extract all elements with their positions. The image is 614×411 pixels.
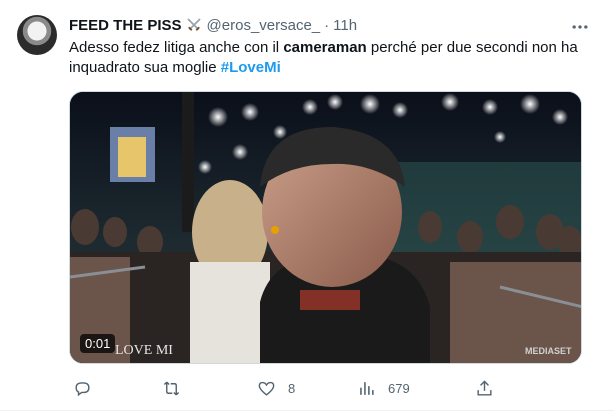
share-button[interactable] — [475, 373, 494, 403]
share-icon — [477, 379, 492, 396]
action-bar: 8 679 — [69, 373, 589, 403]
reply-icon — [75, 381, 90, 396]
hashtag-link[interactable]: #LoveMi — [221, 59, 281, 76]
heart-icon — [258, 381, 275, 396]
video-player[interactable]: LOVE MI MEDIASET 0:01 — [69, 91, 582, 364]
avatar[interactable] — [17, 15, 57, 55]
video-watermark-left: LOVE MI — [115, 343, 173, 358]
tweet[interactable]: FEED THE PISS @eros_versace_ · 11h Adess… — [0, 0, 614, 411]
video-duration: 0:01 — [80, 334, 116, 353]
tweet-text: Adesso fedez litiga anche con il cameram… — [69, 38, 589, 78]
views-button[interactable]: 679 — [357, 373, 410, 403]
display-name[interactable]: FEED THE PISS — [69, 17, 182, 34]
timestamp[interactable]: 11h — [333, 17, 357, 34]
like-button[interactable]: 8 — [257, 373, 295, 403]
tweet-text-bold: cameraman — [283, 39, 367, 56]
retweet-button[interactable] — [162, 373, 181, 403]
video-watermark-right: MEDIASET — [525, 346, 572, 356]
reply-button[interactable] — [73, 373, 92, 403]
like-count: 8 — [288, 380, 296, 396]
more-options-icon[interactable] — [570, 17, 590, 37]
video-frame: LOVE MI MEDIASET — [70, 92, 581, 363]
views-icon — [360, 381, 374, 395]
tweet-text-part: Adesso fedez litiga anche con il — [69, 39, 284, 56]
retweet-icon — [163, 381, 180, 395]
user-handle[interactable]: @eros_versace_ — [207, 17, 321, 34]
crossed-swords-icon — [186, 18, 201, 31]
separator-dot: · — [324, 16, 330, 34]
tweet-header: FEED THE PISS @eros_versace_ · 11h — [69, 15, 357, 35]
views-count: 679 — [388, 380, 410, 396]
